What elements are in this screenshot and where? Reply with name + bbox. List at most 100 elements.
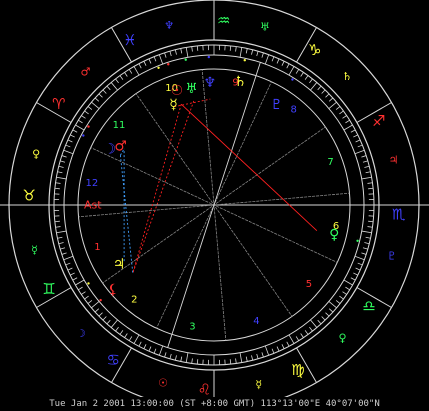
- planet-marker: [99, 298, 102, 302]
- degree-tick: [355, 267, 361, 271]
- degree-tick: [276, 58, 280, 64]
- degree-tick: [365, 236, 371, 239]
- degree-tick: [368, 187, 374, 190]
- degree-tick: [229, 45, 232, 51]
- degree-tick: [317, 85, 322, 91]
- degree-tick: [245, 48, 248, 54]
- degree-tick: [271, 56, 275, 62]
- planet-jupiter-icon: ♃: [113, 256, 126, 272]
- degree-tick: [57, 171, 63, 174]
- degree-tick: [309, 78, 313, 84]
- degree-tick: [364, 165, 370, 168]
- sign-ruler-icon: ♇: [387, 249, 397, 262]
- degree-tick: [357, 144, 363, 148]
- degree-tick: [343, 279, 353, 286]
- degree-tick: [84, 110, 89, 115]
- sign-ruler-icon: ☽: [76, 327, 86, 340]
- planet-marker: [243, 59, 246, 62]
- degree-tick: [94, 308, 100, 313]
- degree-tick: [354, 255, 365, 261]
- aspect-line-trine: [132, 104, 182, 274]
- chart-footer: Tue Jan 2 2001 13:00:00 (ST +8:00 GMT) 1…: [49, 399, 380, 409]
- sign-divisions: [9, 0, 419, 397]
- astrology-chart: ♒ ♅ ♓ ♆ ♈ ♂ ♉ ♀ ♊ ☿ ♋ ☽ ♌ ☉ ♍ ☿ ♎ ♀ ♏ ♇ ♐ ♃ ♑ ♄ 1 2 3 4 5 6 7 8 9 10 11 12 A…: [0, 0, 429, 411]
- degree-tick: [60, 160, 66, 163]
- sign-ruler-icon: ♂: [81, 65, 91, 78]
- degree-tick: [328, 301, 337, 309]
- degree-tick: [133, 334, 140, 344]
- degree-tick: [87, 106, 93, 110]
- degree-tick: [300, 333, 304, 338]
- degree-tick: [286, 341, 290, 347]
- degree-tick: [164, 52, 167, 58]
- degree-tick: [361, 155, 367, 158]
- degree-tick: [180, 48, 183, 54]
- degree-tick: [288, 66, 295, 76]
- degree-tick: [325, 312, 330, 317]
- degree-tick: [321, 316, 326, 321]
- planet-lilith-icon: ⚸: [108, 282, 118, 298]
- chart-wheel: ♒ ♅♓♆♈♂♉♀♊☿♋☽♌☉♍☿♎♀♏♇♐♃♑♄123456789101112A…: [0, 0, 429, 397]
- degree-tick: [56, 230, 67, 234]
- degree-tick: [304, 75, 309, 80]
- degree-tick: [185, 352, 189, 363]
- planet-marker: [82, 134, 85, 137]
- sign-ruler-icon: ♅: [260, 21, 270, 34]
- degree-tick: [106, 319, 111, 325]
- planet-neptune-icon: ♆: [203, 75, 216, 91]
- house-number-label: 11: [113, 120, 126, 131]
- degree-tick: [343, 124, 353, 131]
- degree-tick: [286, 63, 290, 69]
- degree-tick: [124, 72, 128, 77]
- sign-ruler-icon: ♄: [342, 70, 352, 83]
- degree-tick: [143, 61, 147, 66]
- zodiac-gemini-icon: ♊: [42, 280, 55, 298]
- planet-marker: [207, 55, 211, 59]
- degree-tick: [56, 176, 67, 180]
- degree-tick: [239, 352, 243, 363]
- degree-tick: [339, 295, 344, 300]
- degree-tick: [256, 51, 259, 57]
- zodiac-virgo-icon: ♍: [291, 361, 304, 379]
- degree-tick: [133, 66, 140, 76]
- degree-tick: [288, 334, 295, 344]
- degree-tick: [355, 139, 361, 143]
- degree-tick: [261, 352, 264, 358]
- zodiac-capricorn-icon: ♑: [308, 41, 321, 59]
- zodiac-sagittarius-icon: ♐: [372, 112, 385, 130]
- degree-tick: [362, 247, 368, 250]
- zodiac-libra-icon: ♎: [362, 297, 375, 315]
- zodiac-aries-icon: ♈: [52, 95, 65, 113]
- house-number-label: 2: [131, 294, 137, 305]
- degree-tick: [54, 187, 60, 190]
- degree-tick: [143, 344, 147, 349]
- degree-tick: [354, 149, 365, 155]
- degree-tick: [153, 56, 157, 62]
- degree-tick: [81, 291, 86, 295]
- degree-tick: [276, 346, 280, 352]
- house-number-label: 12: [86, 178, 99, 189]
- degree-tick: [264, 54, 270, 65]
- degree-tick: [335, 106, 341, 110]
- zodiac-leo-icon: ♌: [198, 381, 211, 397]
- degree-tick: [350, 277, 356, 281]
- degree-tick: [61, 155, 67, 158]
- degree-tick: [115, 78, 119, 84]
- degree-tick: [119, 75, 124, 80]
- sign-ruler-icon: ♃: [389, 154, 399, 167]
- sign-ruler-icon: ♆: [164, 19, 174, 32]
- degree-tick: [110, 319, 118, 328]
- degree-tick: [310, 82, 318, 91]
- degree-tick: [264, 345, 270, 356]
- zodiac-taurus-icon: ♉: [23, 186, 36, 204]
- degree-tick: [271, 348, 275, 354]
- degree-tick: [72, 277, 78, 281]
- degree-tick: [235, 46, 237, 52]
- degree-tick: [169, 353, 172, 359]
- degree-tick: [67, 267, 73, 271]
- degree-tick: [361, 176, 372, 180]
- degree-tick: [128, 336, 133, 341]
- degree-tick: [169, 51, 172, 57]
- zodiac-cancer-icon: ♋: [107, 351, 120, 369]
- planet-marker: [184, 58, 187, 61]
